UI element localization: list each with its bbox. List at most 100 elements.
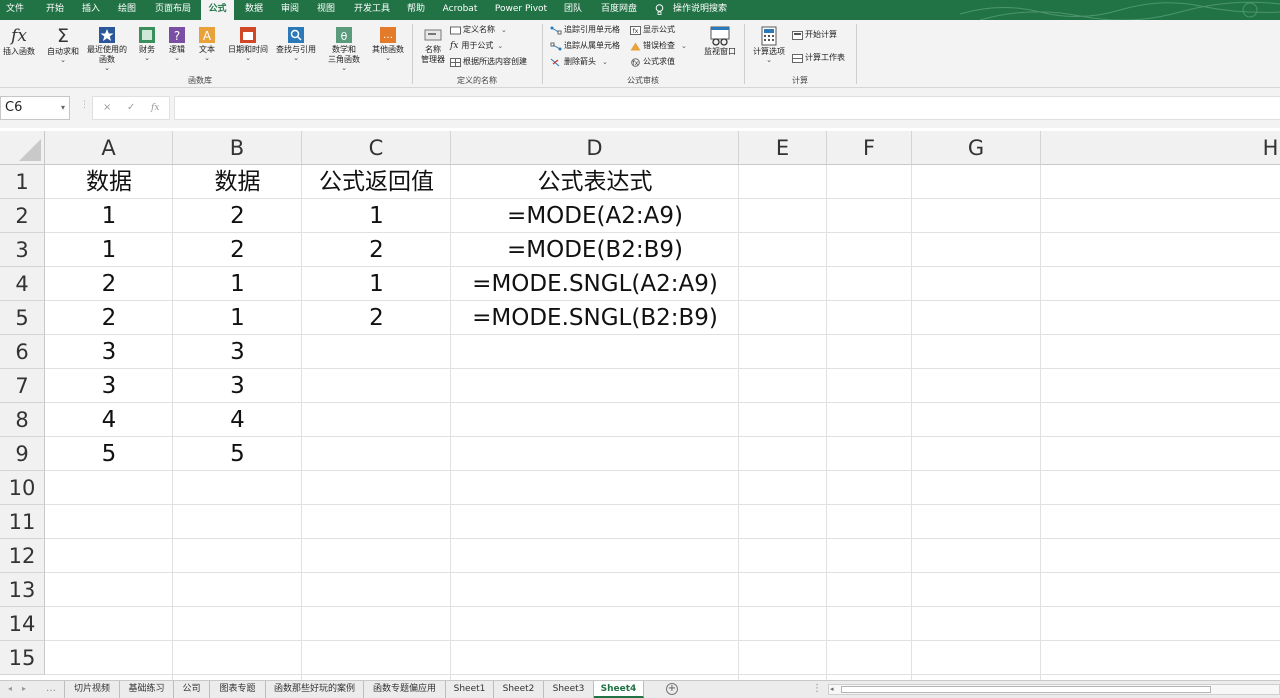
column-header-b[interactable]: B bbox=[173, 131, 302, 165]
row-header-4[interactable]: 4 bbox=[0, 267, 45, 301]
calc-sheet-button[interactable]: 计算工作表 bbox=[792, 53, 845, 63]
tab-data[interactable]: 数据 bbox=[237, 0, 271, 20]
column-header-a[interactable]: A bbox=[45, 131, 173, 165]
tab-developer[interactable]: 开发工具 bbox=[347, 0, 397, 20]
tab-insert[interactable]: 插入 bbox=[74, 0, 108, 20]
autosum-button[interactable]: Σ 自动求和 ⌄ bbox=[44, 26, 82, 64]
calc-options-button[interactable]: 计算选项 ⌄ bbox=[750, 26, 788, 64]
row-header-9[interactable]: 9 bbox=[0, 437, 45, 471]
financial-button[interactable]: 财务 ⌄ bbox=[134, 26, 160, 62]
cell-a8[interactable]: 4 bbox=[45, 403, 173, 437]
cell-b4[interactable]: 1 bbox=[173, 267, 302, 301]
cell-c3[interactable]: 2 bbox=[302, 233, 451, 267]
more-sheets-icon[interactable]: … bbox=[46, 683, 56, 694]
cell-d4[interactable]: =MODE.SNGL(A2:A9) bbox=[451, 267, 739, 301]
row-header-8[interactable]: 8 bbox=[0, 403, 45, 437]
show-formulas-button[interactable]: fx 显示公式 bbox=[630, 25, 675, 35]
sheet-tab-2[interactable]: 基础练习 bbox=[120, 681, 174, 698]
row-header-13[interactable]: 13 bbox=[0, 573, 45, 607]
cell-a7[interactable]: 3 bbox=[45, 369, 173, 403]
sheet-tab-10[interactable]: Sheet4 bbox=[594, 681, 644, 698]
tab-team[interactable]: 团队 bbox=[558, 0, 588, 20]
cell-b8[interactable]: 4 bbox=[173, 403, 302, 437]
column-header-c[interactable]: C bbox=[302, 131, 451, 165]
fx-icon[interactable]: fx bbox=[151, 103, 159, 113]
remove-arrows-button[interactable]: 删除箭头 ⌄ bbox=[550, 57, 608, 67]
row-header-15[interactable]: 15 bbox=[0, 641, 45, 675]
splitter-dots-icon[interactable]: ⋮ bbox=[812, 683, 822, 694]
tab-review[interactable]: 审阅 bbox=[273, 0, 307, 20]
scrollbar-thumb[interactable] bbox=[841, 686, 1211, 693]
row-header-5[interactable]: 5 bbox=[0, 301, 45, 335]
row-header-14[interactable]: 14 bbox=[0, 607, 45, 641]
recently-used-button[interactable]: 最近使用的 函数 ⌄ bbox=[84, 26, 130, 72]
cell-c4[interactable]: 1 bbox=[302, 267, 451, 301]
sheet-tab-1[interactable]: 切片视频 bbox=[64, 681, 120, 698]
watch-window-button[interactable]: 监视窗口 bbox=[700, 26, 740, 57]
cell-a9[interactable]: 5 bbox=[45, 437, 173, 471]
horizontal-scrollbar[interactable]: ◂ bbox=[828, 684, 1280, 695]
datetime-button[interactable]: 日期和时间 ⌄ bbox=[224, 26, 272, 62]
logical-button[interactable]: ? 逻辑 ⌄ bbox=[164, 26, 190, 62]
scroll-left-icon[interactable]: ◂ bbox=[8, 684, 12, 693]
column-header-e[interactable]: E bbox=[739, 131, 827, 165]
formula-input[interactable] bbox=[174, 96, 1280, 120]
tab-baidu-netdisk[interactable]: 百度网盘 bbox=[594, 0, 644, 20]
sheet-tab-5[interactable]: 函数那些好玩的案例 bbox=[266, 681, 364, 698]
tab-formulas[interactable]: 公式 bbox=[201, 0, 234, 20]
row-header-2[interactable]: 2 bbox=[0, 199, 45, 233]
cell-d3[interactable]: =MODE(B2:B9) bbox=[451, 233, 739, 267]
more-functions-button[interactable]: … 其他函数 ⌄ bbox=[368, 26, 408, 62]
insert-function-button[interactable]: fx 插入函数 bbox=[0, 26, 38, 57]
cell-a4[interactable]: 2 bbox=[45, 267, 173, 301]
scroll-left-icon[interactable]: ◂ bbox=[830, 685, 834, 693]
column-header-h[interactable]: H bbox=[1041, 131, 1280, 165]
row-header-1[interactable]: 1 bbox=[0, 165, 45, 199]
add-sheet-button[interactable]: + bbox=[666, 683, 678, 695]
text-button[interactable]: A 文本 ⌄ bbox=[194, 26, 220, 62]
cell-b1[interactable]: 数据 bbox=[173, 165, 302, 199]
cell-c5[interactable]: 2 bbox=[302, 301, 451, 335]
cell-b3[interactable]: 2 bbox=[173, 233, 302, 267]
lookup-button[interactable]: 查找与引用 ⌄ bbox=[273, 26, 319, 62]
row-header-7[interactable]: 7 bbox=[0, 369, 45, 403]
tab-acrobat[interactable]: Acrobat bbox=[437, 0, 483, 20]
cell-a3[interactable]: 1 bbox=[45, 233, 173, 267]
use-in-formula-button[interactable]: fx 用于公式 ⌄ bbox=[450, 41, 503, 51]
sheet-tab-3[interactable]: 公司 bbox=[174, 681, 210, 698]
tab-page-layout[interactable]: 页面布局 bbox=[148, 0, 198, 20]
error-checking-button[interactable]: 错误检查 ⌄ bbox=[630, 41, 687, 51]
create-from-selection-button[interactable]: 根据所选内容创建 bbox=[450, 57, 527, 67]
sheet-tab-4[interactable]: 图表专题 bbox=[210, 681, 266, 698]
tab-file[interactable]: 文件 bbox=[0, 0, 30, 20]
row-header-3[interactable]: 3 bbox=[0, 233, 45, 267]
tab-draw[interactable]: 绘图 bbox=[110, 0, 144, 20]
tab-home[interactable]: 开始 bbox=[38, 0, 72, 20]
cell-b6[interactable]: 3 bbox=[173, 335, 302, 369]
cell-a5[interactable]: 2 bbox=[45, 301, 173, 335]
cell-c1[interactable]: 公式返回值 bbox=[302, 165, 451, 199]
tab-help[interactable]: 帮助 bbox=[399, 0, 433, 20]
chevron-down-icon[interactable]: ▾ bbox=[61, 97, 65, 119]
cell-b5[interactable]: 1 bbox=[173, 301, 302, 335]
select-all-corner[interactable] bbox=[0, 131, 45, 165]
cell-b7[interactable]: 3 bbox=[173, 369, 302, 403]
column-header-g[interactable]: G bbox=[912, 131, 1041, 165]
cell-d1[interactable]: 公式表达式 bbox=[451, 165, 739, 199]
cell-d5[interactable]: =MODE.SNGL(B2:B9) bbox=[451, 301, 739, 335]
tab-power-pivot[interactable]: Power Pivot bbox=[488, 0, 554, 20]
evaluate-formula-button[interactable]: fx 公式求值 bbox=[630, 57, 675, 67]
column-header-d[interactable]: D bbox=[451, 131, 739, 165]
cell-b2[interactable]: 2 bbox=[173, 199, 302, 233]
enter-icon[interactable]: ✓ bbox=[127, 102, 135, 113]
name-box[interactable]: C6 ▾ bbox=[0, 96, 70, 120]
trace-dependents-button[interactable]: 追踪从属单元格 bbox=[550, 41, 620, 51]
sheet-tab-6[interactable]: 函数专题偏应用 bbox=[364, 681, 446, 698]
scroll-right-icon[interactable]: ▸ bbox=[22, 684, 26, 693]
cell-a1[interactable]: 数据 bbox=[45, 165, 173, 199]
row-header-6[interactable]: 6 bbox=[0, 335, 45, 369]
cell-d2[interactable]: =MODE(A2:A9) bbox=[451, 199, 739, 233]
cell-a6[interactable]: 3 bbox=[45, 335, 173, 369]
cancel-icon[interactable]: × bbox=[103, 102, 111, 113]
name-manager-button[interactable]: 名称 管理器 bbox=[416, 26, 450, 65]
